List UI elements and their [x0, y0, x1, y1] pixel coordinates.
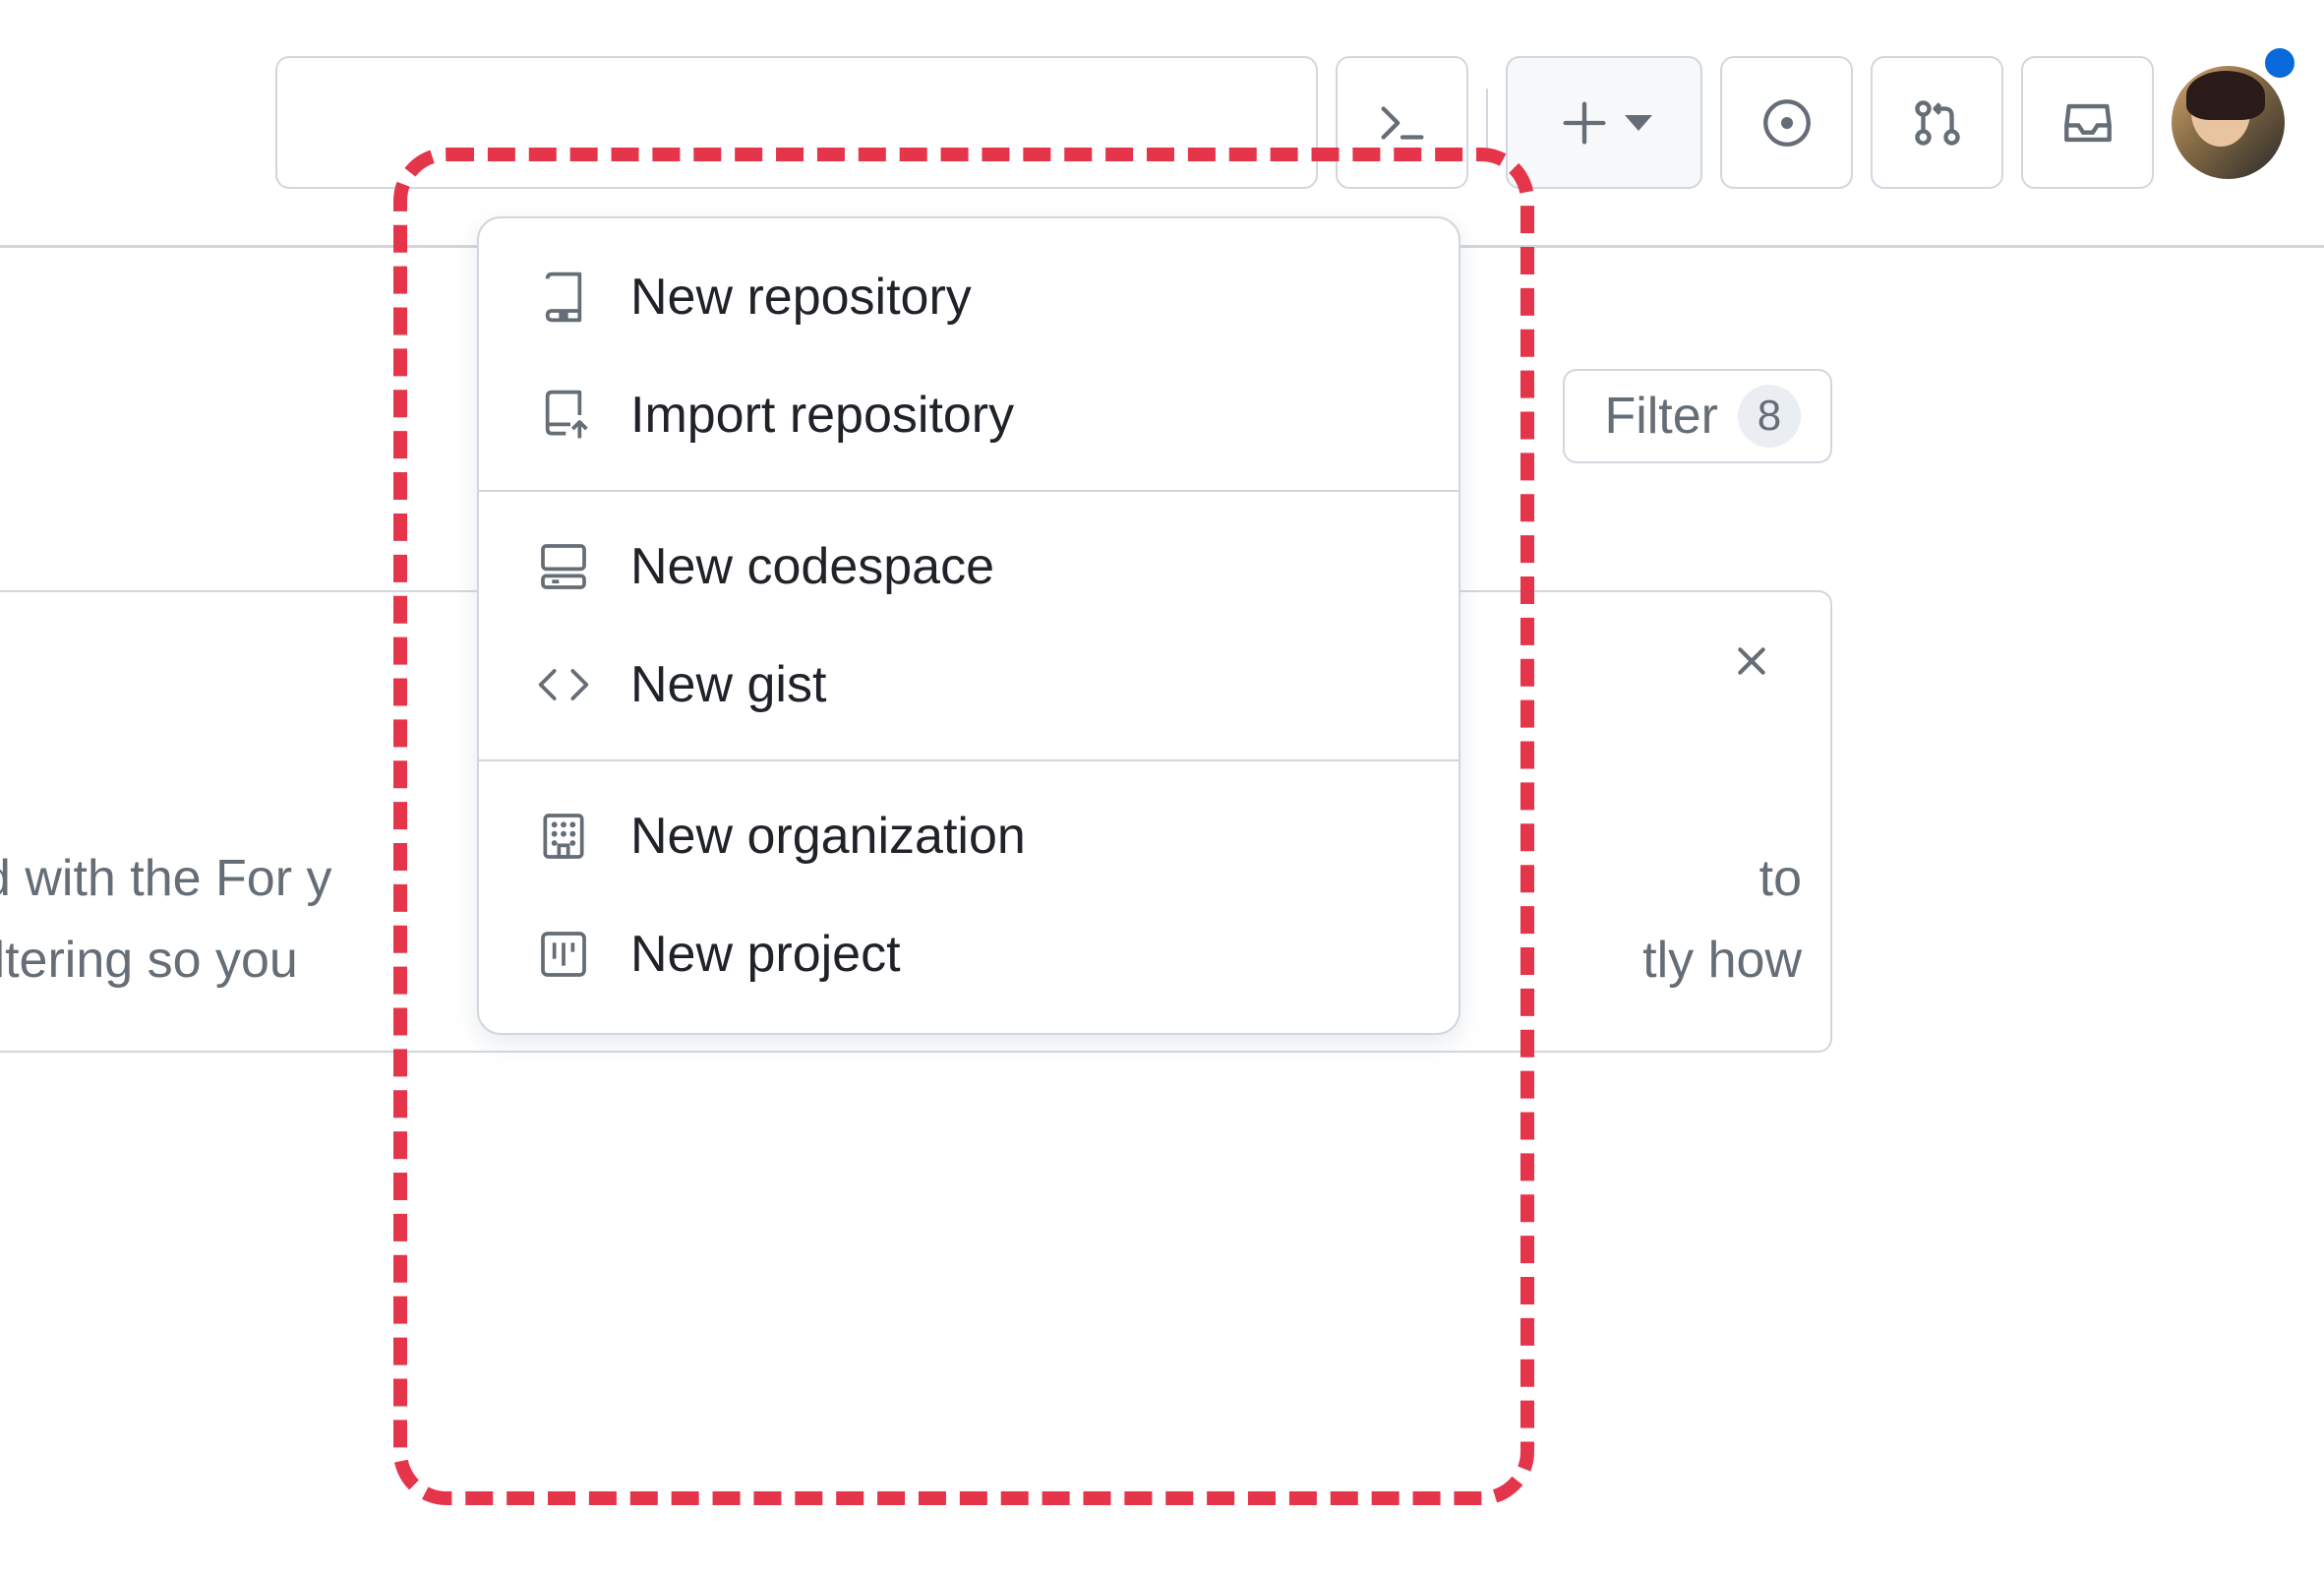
repo-icon — [536, 270, 591, 325]
menu-item-label: New repository — [630, 268, 972, 327]
menu-item-label: New project — [630, 925, 901, 984]
menu-item-new-repository[interactable]: New repository — [479, 238, 1459, 356]
chevron-down-icon — [1625, 115, 1652, 131]
search-input[interactable] — [275, 56, 1318, 189]
filter-count-badge: 8 — [1738, 385, 1801, 448]
create-new-button[interactable] — [1506, 56, 1702, 189]
code-icon — [536, 657, 591, 712]
repo-push-icon — [536, 388, 591, 443]
git-pull-request-icon — [1909, 94, 1966, 151]
avatar-image — [2172, 66, 2285, 179]
menu-divider — [479, 759, 1459, 761]
filter-label: Filter — [1604, 387, 1718, 446]
codespaces-icon — [536, 539, 591, 594]
close-button[interactable] — [1722, 632, 1781, 691]
issues-button[interactable] — [1720, 56, 1853, 189]
menu-item-label: New codespace — [630, 537, 994, 596]
menu-item-new-organization[interactable]: New organization — [479, 777, 1459, 895]
command-palette-button[interactable] — [1336, 56, 1468, 189]
filter-button[interactable]: Filter 8 — [1563, 369, 1832, 463]
toolbar-divider — [1486, 89, 1488, 157]
organization-icon — [536, 809, 591, 864]
menu-item-new-project[interactable]: New project — [479, 895, 1459, 1013]
plus-icon — [1556, 94, 1613, 151]
create-dropdown-menu: New repository Import repository New cod… — [477, 216, 1460, 1035]
issue-opened-icon — [1758, 94, 1816, 151]
user-avatar[interactable] — [2172, 66, 2285, 179]
menu-item-new-codespace[interactable]: New codespace — [479, 508, 1459, 626]
menu-item-new-gist[interactable]: New gist — [479, 626, 1459, 744]
command-palette-icon — [1374, 94, 1431, 151]
inbox-icon — [2059, 94, 2116, 151]
pull-requests-button[interactable] — [1871, 56, 2003, 189]
header-toolbar — [0, 0, 2324, 246]
menu-item-label: Import repository — [630, 386, 1014, 445]
project-icon — [536, 927, 591, 982]
notification-indicator — [2265, 48, 2294, 78]
menu-item-label: New organization — [630, 807, 1026, 866]
menu-item-label: New gist — [630, 655, 826, 714]
inbox-button[interactable] — [2021, 56, 2154, 189]
menu-divider — [479, 490, 1459, 492]
close-icon — [1732, 641, 1771, 681]
menu-item-import-repository[interactable]: Import repository — [479, 356, 1459, 474]
